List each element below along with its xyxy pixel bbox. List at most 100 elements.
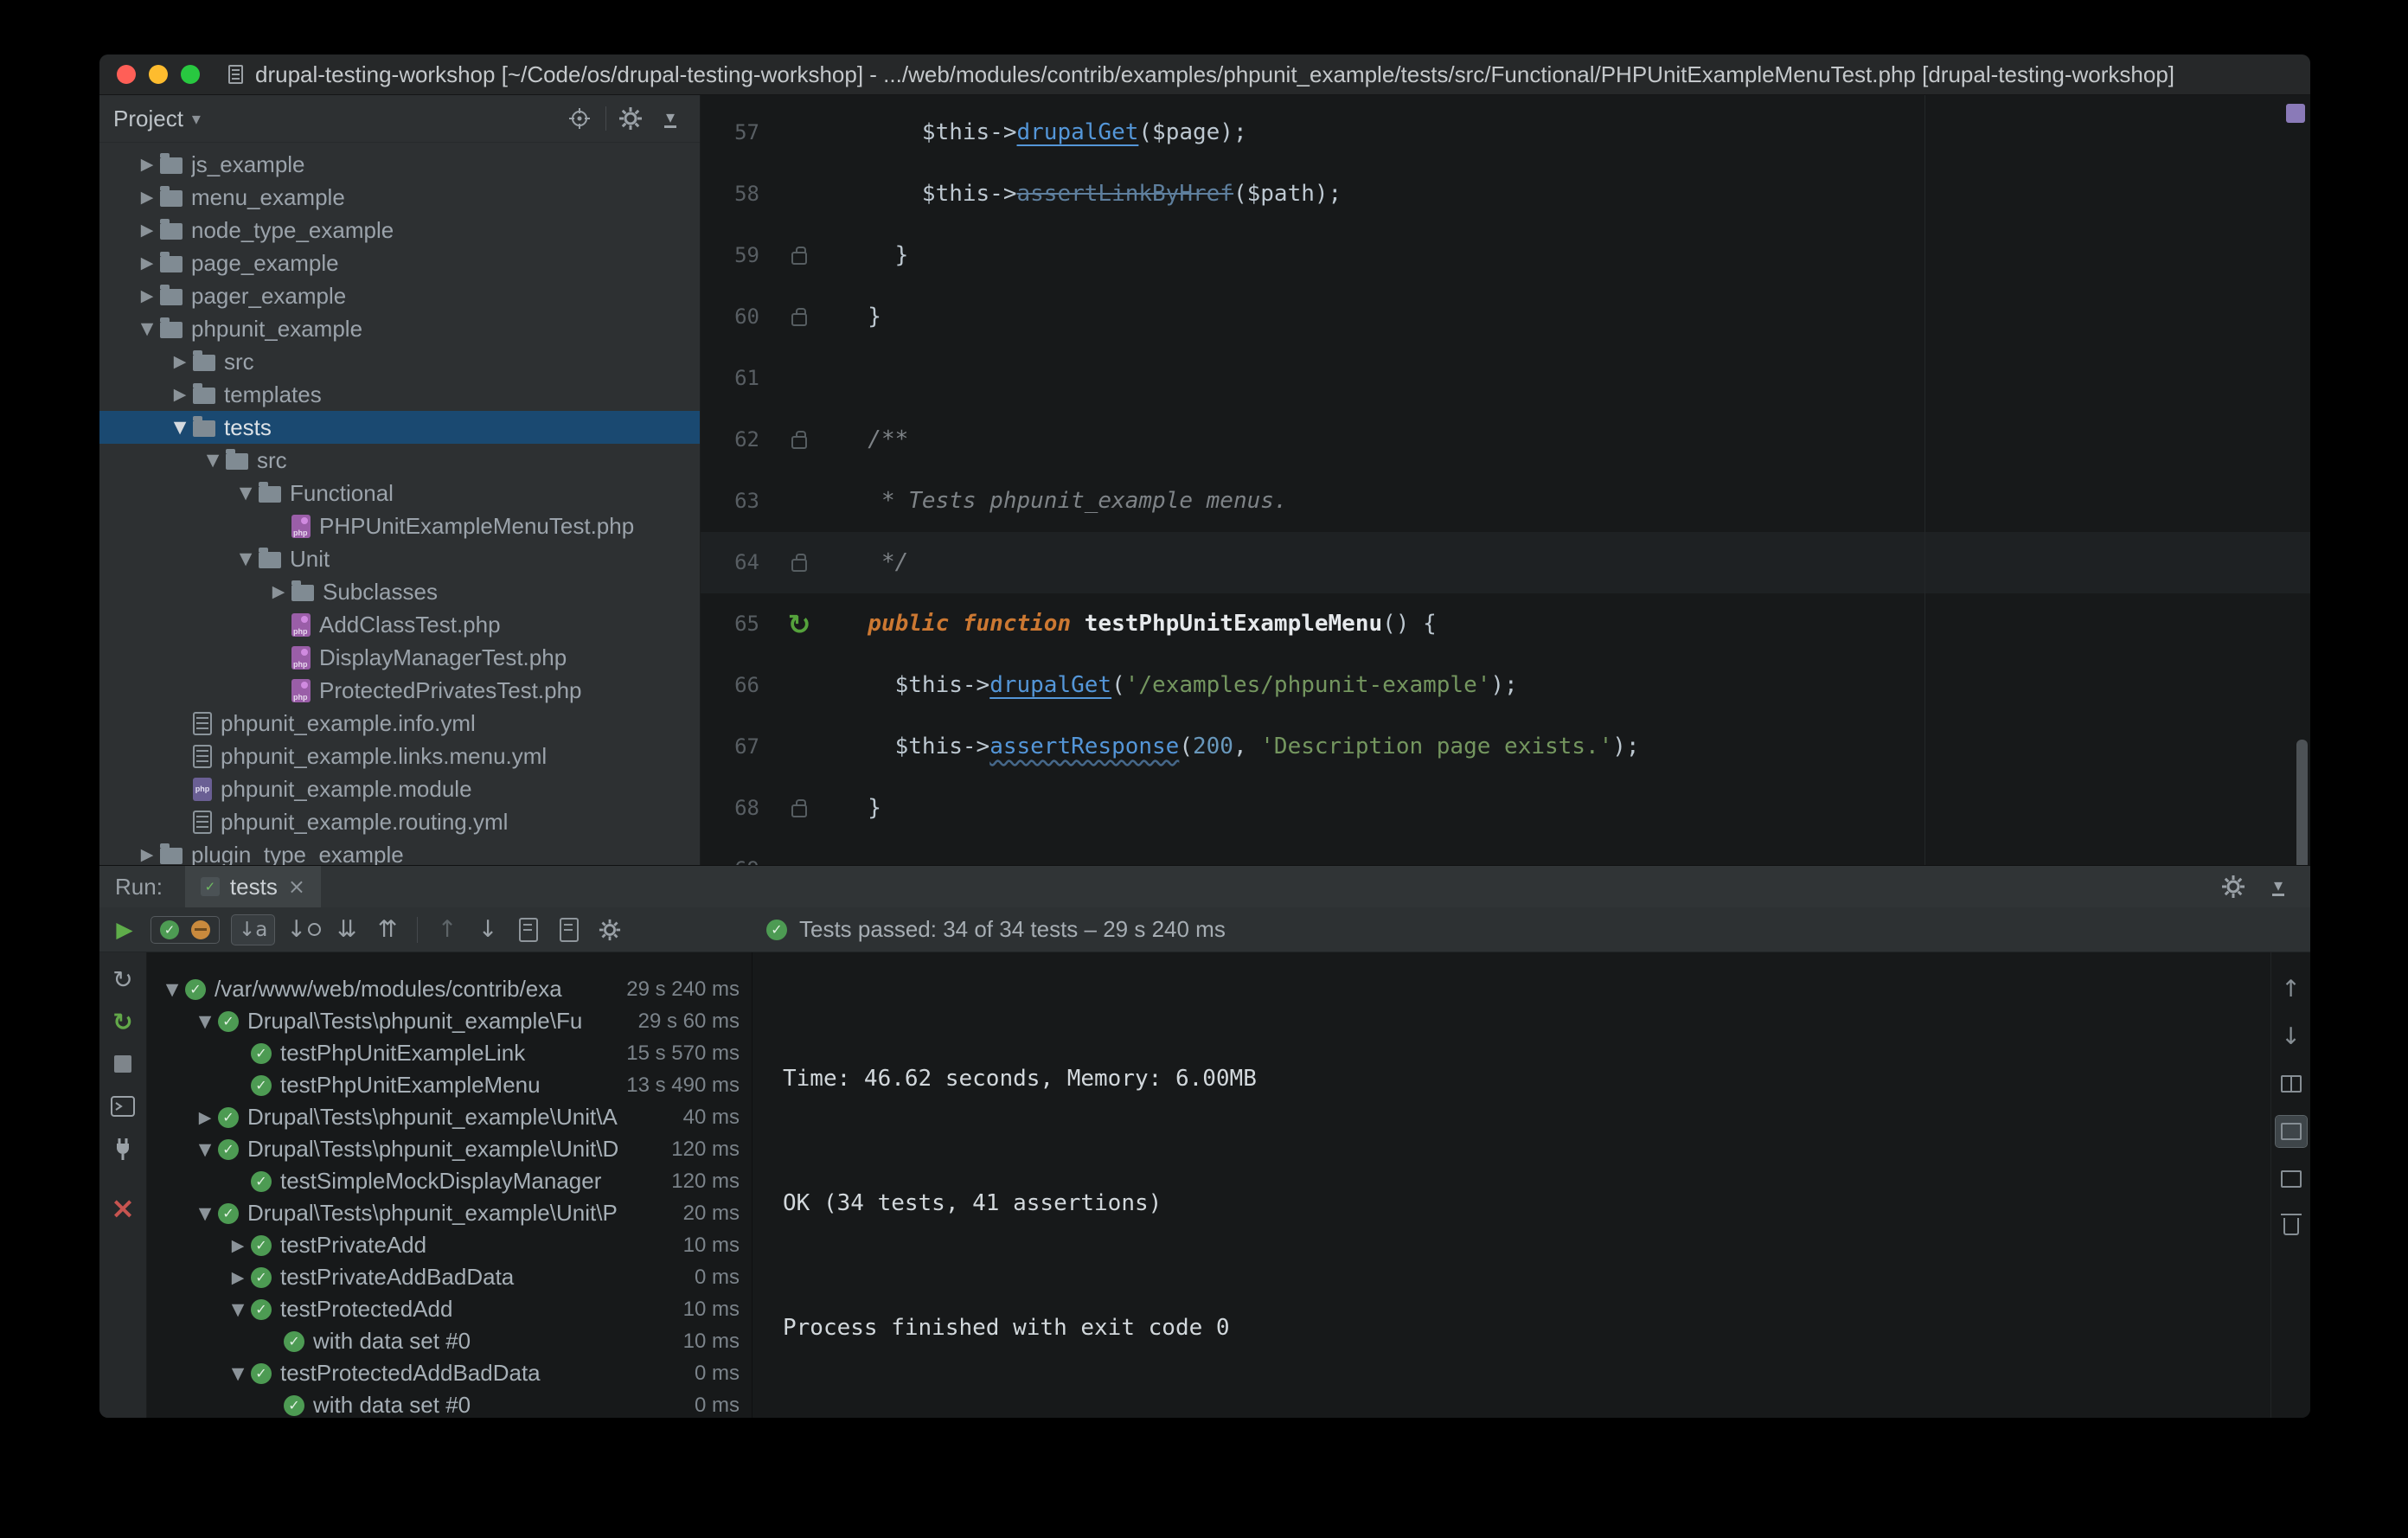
test-tree-item[interactable]: ▼ ✓ /var/www/web/modules/contrib/exa 29 s 2… <box>147 973 752 1005</box>
project-tree-item[interactable]: phpunit_example.routing.yml <box>99 805 700 838</box>
stop-icon[interactable] <box>108 1049 138 1079</box>
tree-toggle-icon[interactable]: ▼ <box>233 484 259 503</box>
tree-toggle-icon[interactable]: ▼ <box>192 1204 218 1223</box>
project-tree-item[interactable]: ▼ phpunit_example <box>99 312 700 345</box>
tree-toggle-icon[interactable]: ▶ <box>167 385 193 404</box>
project-tree-item[interactable]: ▼ src <box>99 444 700 477</box>
project-tree-item[interactable]: ▶ page_example <box>99 247 700 279</box>
project-tree-item[interactable]: ▶ js_example <box>99 148 700 181</box>
close-tab-icon[interactable]: × <box>288 875 305 899</box>
scroll-up-icon[interactable]: ↑ <box>2276 973 2307 1004</box>
editor[interactable]: 57 $this->drupalGet($page); 58 $this->ass… <box>701 95 2310 865</box>
test-tree-item[interactable]: ✓ testPhpUnitExampleLink 15 s 570 ms <box>147 1037 752 1069</box>
hide-run-panel-icon[interactable]: ▾ <box>2262 870 2295 903</box>
project-tree-item[interactable]: ▶ menu_example <box>99 181 700 214</box>
editor-line[interactable]: 65 ↻ public function testPhpUnitExampleMe… <box>701 593 2310 655</box>
editor-line[interactable]: 62 /** <box>701 409 2310 471</box>
next-failed-test-button[interactable]: ↓ <box>473 914 503 945</box>
sort-alphabetically-toggle[interactable]: ↓a <box>231 913 276 945</box>
tree-toggle-icon[interactable]: ▶ <box>134 188 160 207</box>
tree-toggle-icon[interactable]: ▼ <box>225 1300 251 1319</box>
test-tree-item[interactable]: ✓ testPhpUnitExampleMenu 13 s 490 ms <box>147 1069 752 1101</box>
chevron-down-icon[interactable]: ▾ <box>192 108 201 129</box>
project-tree-item[interactable]: PHPUnitExampleMenuTest.php <box>99 509 700 542</box>
project-tree-item[interactable]: ▶ Subclasses <box>99 575 700 608</box>
test-tree-item[interactable]: ✓ with data set #0 10 ms <box>147 1325 752 1357</box>
test-tree-item[interactable]: ✓ with data set #0 0 ms <box>147 1389 752 1418</box>
project-tree-item[interactable]: phpunit_example.links.menu.yml <box>99 740 700 772</box>
editor-line[interactable]: 66 $this->drupalGet('/examples/phpunit-e… <box>701 655 2310 716</box>
show-ignored-toggle[interactable] <box>191 920 210 939</box>
editor-scrollbar-thumb[interactable] <box>2296 740 2308 865</box>
project-tree-item[interactable]: ▶ pager_example <box>99 279 700 312</box>
project-tree-item[interactable]: ▶ node_type_example <box>99 214 700 247</box>
tree-toggle-icon[interactable]: ▼ <box>167 418 193 437</box>
test-tree-item[interactable]: ▼ ✓ Drupal\Tests\phpunit_example\Unit\P 20 … <box>147 1197 752 1229</box>
inspection-indicator[interactable] <box>2286 104 2305 123</box>
tree-toggle-icon[interactable]: ▶ <box>134 221 160 240</box>
project-tree-item[interactable]: php phpunit_example.module <box>99 772 700 805</box>
project-tree-item[interactable]: ▶ src <box>99 345 700 378</box>
hide-panel-icon[interactable]: ▾ <box>655 103 686 134</box>
test-tree[interactable]: ▼ ✓/var/www/web/modules/contrib/exa 29 s 2… <box>147 952 752 1418</box>
sort-by-duration-toggle[interactable]: ↓ <box>286 914 321 945</box>
tree-toggle-icon[interactable]: ▼ <box>192 1140 218 1159</box>
editor-line[interactable]: 60 } <box>701 286 2310 348</box>
attach-process-icon[interactable] <box>108 1134 138 1163</box>
export-test-results-button[interactable] <box>554 914 584 945</box>
test-tree-item[interactable]: ▼ ✓ testProtectedAddBadData 0 ms <box>147 1357 752 1389</box>
import-test-results-button[interactable] <box>514 914 543 945</box>
project-tree-item[interactable]: ▼ Functional <box>99 477 700 509</box>
project-tree-item[interactable]: ▼ Unit <box>99 542 700 575</box>
zoom-window-button[interactable] <box>181 65 200 84</box>
project-tree-item[interactable]: ▶ plugin_type_example <box>99 838 700 866</box>
settings-gear-icon[interactable] <box>615 103 646 134</box>
test-tree-item[interactable]: ▶ ✓ testPrivateAdd 10 ms <box>147 1229 752 1261</box>
project-tree-item[interactable]: AddClassTest.php <box>99 608 700 641</box>
editor-line[interactable]: 68 } <box>701 778 2310 839</box>
test-tree-item[interactable]: ▼ ✓ testProtectedAdd 10 ms <box>147 1293 752 1325</box>
show-passed-toggle[interactable]: ✓ <box>160 920 179 939</box>
editor-line[interactable]: 67 $this->assertResponse(200, 'Descripti… <box>701 716 2310 778</box>
console-icon[interactable] <box>108 1092 138 1121</box>
tree-toggle-icon[interactable]: ▼ <box>233 549 259 568</box>
test-tree-item[interactable]: ✓ testSimpleMockDisplayManager 120 ms <box>147 1165 752 1197</box>
tree-toggle-icon[interactable]: ▼ <box>192 1012 218 1031</box>
editor-line[interactable]: 61 <box>701 348 2310 409</box>
tree-toggle-icon[interactable]: ▶ <box>134 286 160 305</box>
editor-line[interactable]: 58 $this->assertLinkByHref($path); <box>701 163 2310 225</box>
run-tab-tests[interactable]: ✓ tests × <box>184 866 321 907</box>
editor-line[interactable]: 64 */ <box>701 532 2310 593</box>
project-tree[interactable]: ▶ js_example ▶ menu_example ▶ node_type_examp… <box>99 143 700 865</box>
tree-toggle-icon[interactable]: ▼ <box>225 1364 251 1383</box>
editor-line[interactable]: 57 $this->drupalGet($page); <box>701 102 2310 163</box>
rerun-failed-tests-icon[interactable]: ↻ <box>108 1007 138 1036</box>
test-tree-item[interactable]: ▼ ✓ Drupal\Tests\phpunit_example\Fu 29 s 60… <box>147 1005 752 1037</box>
expand-all-button[interactable]: ⇊ <box>332 914 362 945</box>
editor-line[interactable]: 69 <box>701 839 2310 865</box>
project-tree-item[interactable]: phpunit_example.info.yml <box>99 707 700 740</box>
project-tool-label[interactable]: Project <box>113 106 183 132</box>
split-view-icon[interactable] <box>2276 1068 2307 1099</box>
clear-console-icon[interactable] <box>2276 1211 2307 1242</box>
close-run-panel-icon[interactable]: × <box>108 1191 138 1226</box>
rerun-tests-button[interactable]: ▶ <box>110 914 139 945</box>
tree-toggle-icon[interactable]: ▶ <box>134 155 160 174</box>
locate-file-icon[interactable] <box>564 103 595 134</box>
minimize-window-button[interactable] <box>149 65 168 84</box>
close-window-button[interactable] <box>117 65 136 84</box>
project-tree-item[interactable]: ▼ tests <box>99 411 700 444</box>
tree-toggle-icon[interactable]: ▶ <box>134 845 160 864</box>
test-tree-item[interactable]: ▶ ✓ testPrivateAddBadData 0 ms <box>147 1261 752 1293</box>
tree-toggle-icon[interactable]: ▶ <box>225 1236 251 1255</box>
tree-toggle-icon[interactable]: ▼ <box>134 319 160 338</box>
tree-toggle-icon[interactable]: ▶ <box>134 253 160 272</box>
run-settings-gear-icon[interactable] <box>2217 870 2250 903</box>
collapse-all-button[interactable]: ⇈ <box>373 914 402 945</box>
tree-toggle-icon[interactable]: ▶ <box>167 352 193 371</box>
tree-toggle-icon[interactable]: ▼ <box>200 451 226 470</box>
editor-line[interactable]: 63 * Tests phpunit_example menus. <box>701 471 2310 532</box>
test-settings-gear-icon[interactable] <box>595 914 624 945</box>
run-test-icon[interactable]: ↻ <box>788 611 811 638</box>
tree-toggle-icon[interactable]: ▶ <box>192 1108 218 1127</box>
